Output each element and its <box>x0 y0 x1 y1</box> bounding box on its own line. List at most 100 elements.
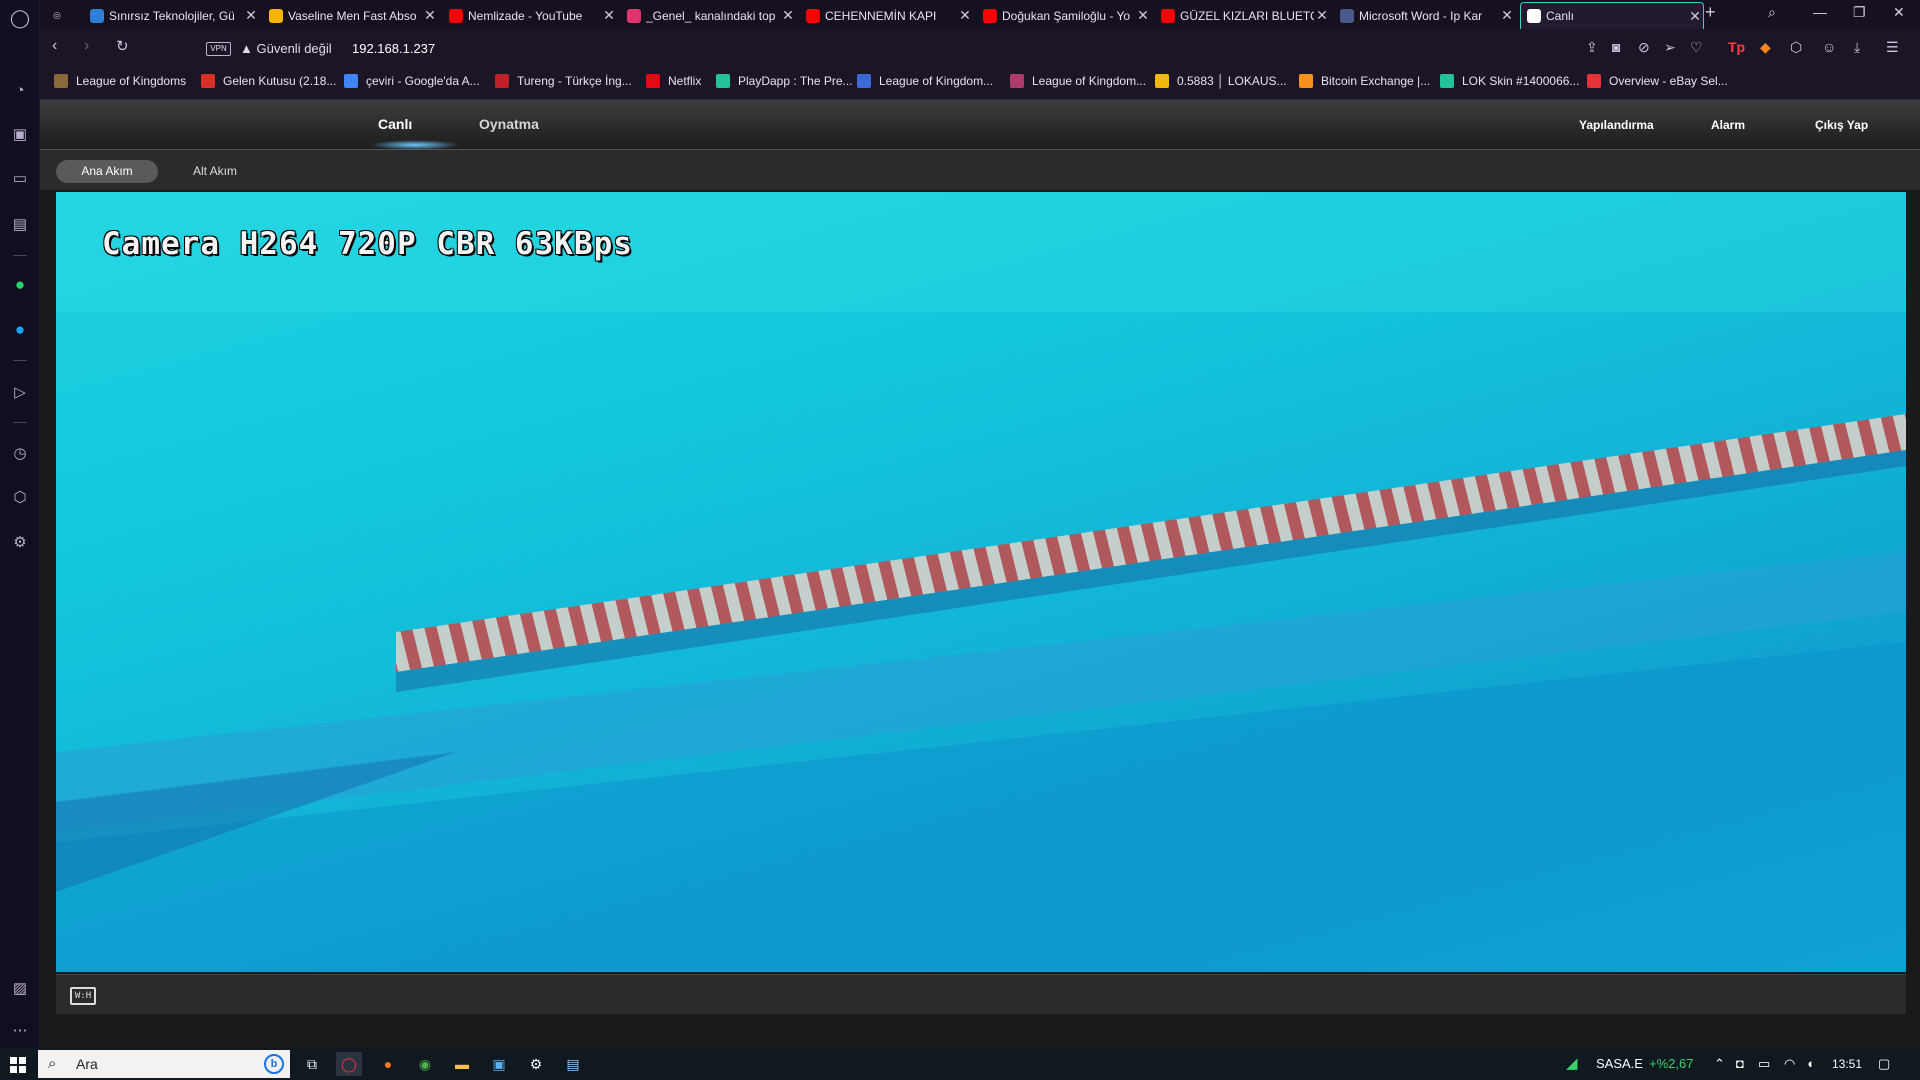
browser-tab[interactable]: Canlı ✕ <box>1520 2 1704 29</box>
stock-symbol[interactable]: SASA.E <box>1596 1056 1643 1071</box>
metamask-icon[interactable]: ◆ <box>1760 39 1771 56</box>
heart-icon[interactable]: ♡ <box>1690 39 1703 56</box>
more-icon[interactable]: ⋯ <box>8 1018 32 1042</box>
chrome-taskbar-icon[interactable]: ◉ <box>412 1052 438 1076</box>
live-video-view[interactable]: Camera H264 720P CBR 63KBps <box>56 192 1906 972</box>
nav-live[interactable]: Canlı <box>378 116 412 132</box>
opera-taskbar-icon[interactable]: ◯ <box>336 1052 362 1076</box>
battery-icon[interactable]: ▭ <box>1758 1056 1770 1072</box>
whatsapp-icon[interactable]: ● <box>8 273 32 297</box>
bookmark-item[interactable]: Tureng - Türkçe İng... <box>495 74 632 88</box>
remote-desktop-icon[interactable]: ▤ <box>560 1052 586 1076</box>
bookmark-item[interactable]: PlayDapp : The Pre... <box>716 74 853 88</box>
chat-icon[interactable]: ▤ <box>8 212 32 236</box>
bing-icon[interactable]: b <box>264 1054 284 1074</box>
bookmark-item[interactable]: Netflix <box>646 74 701 88</box>
image-icon[interactable]: ▨ <box>8 976 32 1000</box>
tab-close-icon[interactable]: ✕ <box>1499 7 1515 24</box>
notifications-icon[interactable]: ▢ <box>1878 1056 1890 1072</box>
firefox-taskbar-icon[interactable]: ● <box>375 1052 401 1076</box>
nav-config[interactable]: Yapılandırma <box>1579 118 1654 132</box>
browser-tab[interactable]: GÜZEL KIZLARI BLUETO ✕ <box>1155 2 1330 29</box>
forward-button[interactable]: › <box>84 37 89 55</box>
send-icon[interactable]: ➢ <box>1664 39 1676 56</box>
tab-menu-icon[interactable]: ◎ <box>44 2 88 29</box>
tray-app-icon[interactable]: ◘ <box>1736 1056 1744 1071</box>
browser-tab[interactable]: Sınırsız Teknolojiler, Gü ✕ <box>84 2 259 29</box>
aspect-ratio-button[interactable]: W:H <box>70 987 96 1005</box>
settings-icon[interactable]: ⚙ <box>8 530 32 554</box>
settings-taskbar-icon[interactable]: ⚙ <box>523 1052 549 1076</box>
wifi-icon[interactable]: ◠ <box>1784 1056 1795 1072</box>
browser-tab[interactable]: CEHENNEMİN KAPI ✕ <box>800 2 973 29</box>
nav-alarm[interactable]: Alarm <box>1711 118 1745 132</box>
bookmark-label: Tureng - Türkçe İng... <box>517 74 632 88</box>
bookmark-item[interactable]: League of Kingdom... <box>1010 74 1146 88</box>
twitch-icon[interactable]: ▭ <box>8 166 32 190</box>
start-button[interactable] <box>10 1057 26 1073</box>
search-tabs-icon[interactable]: ⌕ <box>1768 4 1776 21</box>
bookmark-item[interactable]: League of Kingdoms <box>54 74 186 88</box>
tab-title: Canlı <box>1546 9 1575 23</box>
restore-button[interactable]: ❐ <box>1853 4 1866 21</box>
tab-close-icon[interactable]: ✕ <box>601 7 617 24</box>
profile-icon[interactable]: ☺ <box>1822 39 1836 55</box>
browser-tab[interactable]: Nemlizade - YouTube ✕ <box>443 2 617 29</box>
bookmark-item[interactable]: Overview - eBay Sel... <box>1587 74 1728 88</box>
twitter-icon[interactable]: ● <box>8 318 32 342</box>
nav-logout[interactable]: Çıkış Yap <box>1815 118 1868 132</box>
browser-tab[interactable]: _Genel_ kanalındaki top ✕ <box>621 2 796 29</box>
sub-stream-tab[interactable]: Alt Akım <box>168 160 262 183</box>
app-window-icon[interactable]: ▣ <box>486 1052 512 1076</box>
share-icon[interactable]: ⇪ <box>1586 39 1598 56</box>
browser-tab[interactable]: Vaseline Men Fast Abso ✕ <box>263 2 438 29</box>
close-window-button[interactable]: ✕ <box>1893 4 1905 21</box>
clock[interactable]: 13:51 <box>1832 1057 1862 1071</box>
new-tab-button[interactable]: + <box>1705 2 1716 23</box>
minimize-button[interactable]: — <box>1813 4 1827 20</box>
security-indicator[interactable]: ▲ Güvenli değil <box>240 41 332 56</box>
tab-close-icon[interactable]: ✕ <box>1135 7 1151 24</box>
bookmark-item[interactable]: Bitcoin Exchange |... <box>1299 74 1430 88</box>
speed-dial-icon[interactable]: ◔ <box>8 78 32 102</box>
extensions-cube-icon[interactable]: ⬡ <box>1790 39 1802 56</box>
tray-expand-icon[interactable]: ⌃ <box>1714 1056 1725 1072</box>
taskbar-search[interactable]: ⌕ Ara b <box>38 1050 290 1078</box>
google-icon <box>344 74 358 88</box>
easy-setup-icon[interactable]: ☰ <box>1886 39 1899 56</box>
player-icon[interactable]: ▷ <box>8 380 32 404</box>
opera-logo-icon[interactable]: ◯ <box>8 6 32 30</box>
volume-icon[interactable]: ◖ <box>1806 1056 1814 1071</box>
tab-close-icon[interactable]: ✕ <box>1314 7 1330 24</box>
shopping-icon[interactable]: ▣ <box>8 122 32 146</box>
bookmark-item[interactable]: League of Kingdom... <box>857 74 993 88</box>
camera-web-app: Canlı Oynatma Yapılandırma Alarm Çıkış Y… <box>40 100 1920 1048</box>
active-nav-indicator <box>370 140 460 150</box>
main-stream-tab[interactable]: Ana Akım <box>56 160 158 183</box>
bookmark-item[interactable]: Gelen Kutusu (2.18... <box>201 74 336 88</box>
adblock-icon[interactable]: ⊘ <box>1638 39 1650 56</box>
file-explorer-icon[interactable]: ▬ <box>449 1052 475 1076</box>
extension-tp-icon[interactable]: Tp <box>1728 39 1745 55</box>
bookmark-item[interactable]: çeviri - Google'da A... <box>344 74 480 88</box>
tab-close-icon[interactable]: ✕ <box>780 7 796 24</box>
browser-tab[interactable]: Microsoft Word - Ip Kar ✕ <box>1334 2 1515 29</box>
bookmark-item[interactable]: LOK Skin #1400066... <box>1440 74 1579 88</box>
tab-close-icon[interactable]: ✕ <box>957 7 973 24</box>
back-button[interactable]: ‹ <box>52 37 57 55</box>
reload-button[interactable]: ↻ <box>116 37 129 55</box>
nav-playback[interactable]: Oynatma <box>479 116 539 132</box>
url-field[interactable]: 192.168.1.237 <box>352 41 435 56</box>
history-icon[interactable]: ◷ <box>8 441 32 465</box>
task-view-icon[interactable]: ⧉ <box>299 1052 325 1076</box>
vpn-badge[interactable]: VPN <box>206 42 231 56</box>
tab-close-icon[interactable]: ✕ <box>243 7 259 24</box>
tab-close-icon[interactable]: ✕ <box>422 7 438 24</box>
cube-icon[interactable]: ⬡ <box>8 485 32 509</box>
snapshot-icon[interactable]: ◙ <box>1612 39 1620 55</box>
download-icon[interactable]: ⤓ <box>1854 39 1860 56</box>
bookmark-item[interactable]: 0.5883 │ LOKAUS... <box>1155 74 1287 88</box>
tab-close-icon[interactable]: ✕ <box>1687 8 1703 25</box>
browser-tab[interactable]: Doğukan Şamiloğlu - Yo ✕ <box>977 2 1151 29</box>
bookmark-label: Netflix <box>668 74 702 88</box>
